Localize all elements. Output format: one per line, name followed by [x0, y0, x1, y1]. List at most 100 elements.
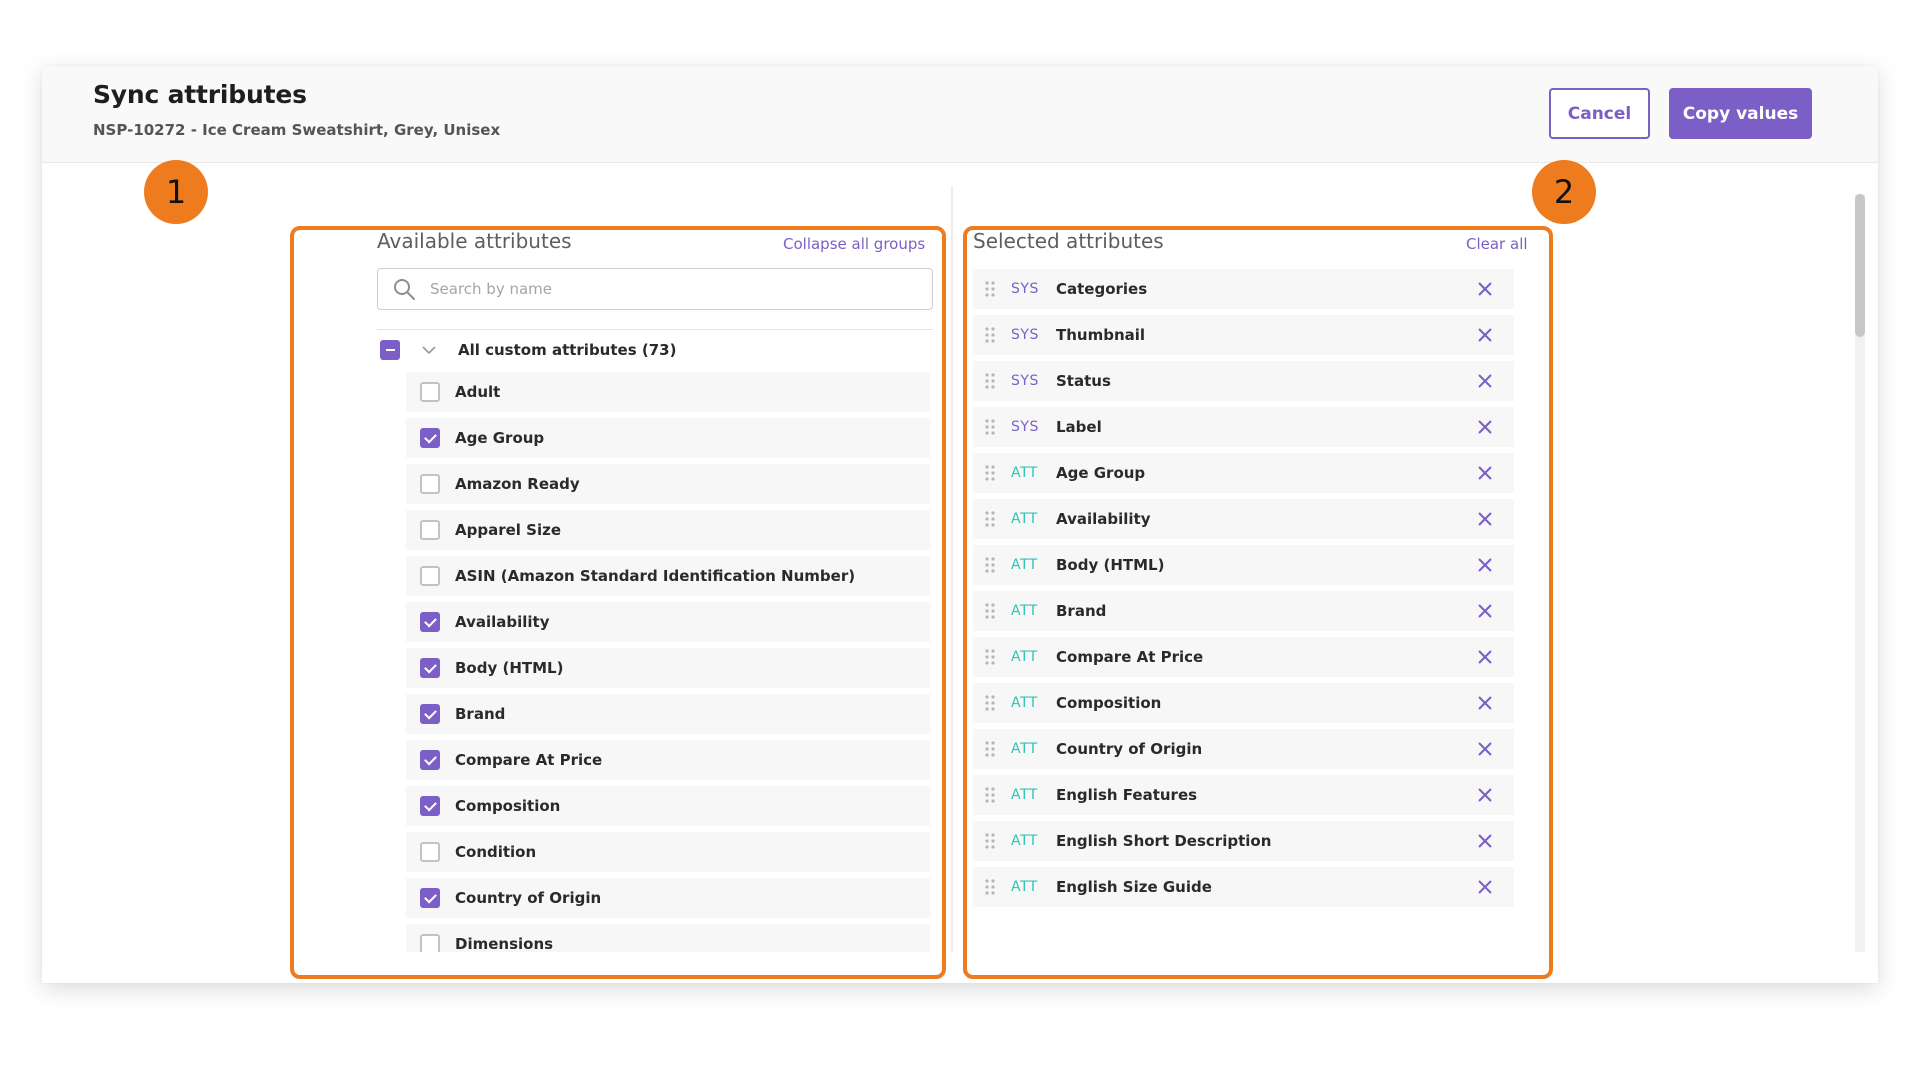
attribute-row[interactable]: Body (HTML): [406, 648, 930, 688]
attribute-row[interactable]: Composition: [406, 786, 930, 826]
selected-attribute-row[interactable]: SYS Categories: [973, 269, 1514, 309]
close-icon[interactable]: [1477, 787, 1493, 803]
selected-attribute-label: Label: [1056, 418, 1102, 436]
close-icon[interactable]: [1477, 741, 1493, 757]
attribute-group-header[interactable]: All custom attributes (73): [377, 329, 933, 369]
attribute-type-tag: ATT: [1011, 741, 1038, 757]
search-input[interactable]: [430, 269, 932, 309]
drag-handle-icon[interactable]: [984, 786, 996, 804]
drag-handle-icon[interactable]: [984, 694, 996, 712]
selected-attribute-label: Brand: [1056, 602, 1107, 620]
close-icon[interactable]: [1477, 465, 1493, 481]
attribute-type-tag: SYS: [1011, 419, 1039, 435]
selected-attribute-row[interactable]: SYS Label: [973, 407, 1514, 447]
attribute-row[interactable]: Dimensions: [406, 924, 930, 952]
group-select-checkbox[interactable]: [380, 339, 400, 360]
selected-attribute-row[interactable]: ATT English Features: [973, 775, 1514, 815]
close-icon[interactable]: [1477, 327, 1493, 343]
selected-attribute-row[interactable]: ATT Country of Origin: [973, 729, 1514, 769]
attribute-row[interactable]: Adult: [406, 372, 930, 412]
selected-attribute-row[interactable]: SYS Thumbnail: [973, 315, 1514, 355]
attribute-row[interactable]: Age Group: [406, 418, 930, 458]
callout-badge-1: 1: [144, 160, 208, 224]
close-icon[interactable]: [1477, 281, 1493, 297]
attribute-type-tag: SYS: [1011, 327, 1039, 343]
drag-handle-icon[interactable]: [984, 280, 996, 298]
available-attributes-title: Available attributes: [377, 229, 572, 253]
selected-attribute-label: Categories: [1056, 280, 1148, 298]
attribute-label: Adult: [455, 383, 501, 401]
selected-attribute-row[interactable]: ATT Age Group: [973, 453, 1514, 493]
close-icon[interactable]: [1477, 557, 1493, 573]
attribute-row[interactable]: Brand: [406, 694, 930, 734]
panel-divider: [951, 186, 953, 951]
selected-attribute-row[interactable]: ATT Compare At Price: [973, 637, 1514, 677]
attribute-label: Age Group: [455, 429, 545, 447]
attribute-row[interactable]: Country of Origin: [406, 878, 930, 918]
modal-title: Sync attributes: [93, 80, 307, 109]
drag-handle-icon[interactable]: [984, 326, 996, 344]
attribute-checkbox[interactable]: [420, 842, 440, 862]
selected-attribute-label: Status: [1056, 372, 1111, 390]
drag-handle-icon[interactable]: [984, 832, 996, 850]
attribute-checkbox[interactable]: [420, 934, 440, 952]
attribute-label: Condition: [455, 843, 537, 861]
scrollbar-thumb[interactable]: [1855, 194, 1865, 337]
attribute-row[interactable]: Compare At Price: [406, 740, 930, 780]
selected-attribute-label: English Short Description: [1056, 832, 1272, 850]
selected-attribute-row[interactable]: ATT Composition: [973, 683, 1514, 723]
attribute-checkbox[interactable]: [420, 428, 440, 448]
close-icon[interactable]: [1477, 603, 1493, 619]
drag-handle-icon[interactable]: [984, 418, 996, 436]
attribute-label: Compare At Price: [455, 751, 603, 769]
chevron-down-icon[interactable]: [420, 341, 438, 359]
clear-all-link[interactable]: Clear all: [1466, 235, 1528, 253]
attribute-type-tag: SYS: [1011, 373, 1039, 389]
attribute-checkbox[interactable]: [420, 382, 440, 402]
selected-attribute-row[interactable]: ATT Body (HTML): [973, 545, 1514, 585]
close-icon[interactable]: [1477, 419, 1493, 435]
drag-handle-icon[interactable]: [984, 510, 996, 528]
attribute-checkbox[interactable]: [420, 796, 440, 816]
close-icon[interactable]: [1477, 833, 1493, 849]
close-icon[interactable]: [1477, 695, 1493, 711]
close-icon[interactable]: [1477, 649, 1493, 665]
search-box[interactable]: [377, 268, 933, 310]
attribute-row[interactable]: Condition: [406, 832, 930, 872]
attribute-row[interactable]: ASIN (Amazon Standard Identification Num…: [406, 556, 930, 596]
cancel-button[interactable]: Cancel: [1549, 88, 1650, 139]
selected-attribute-row[interactable]: ATT English Short Description: [973, 821, 1514, 861]
copy-values-button[interactable]: Copy values: [1669, 88, 1812, 139]
drag-handle-icon[interactable]: [984, 740, 996, 758]
attribute-checkbox[interactable]: [420, 612, 440, 632]
drag-handle-icon[interactable]: [984, 602, 996, 620]
drag-handle-icon[interactable]: [984, 372, 996, 390]
drag-handle-icon[interactable]: [984, 556, 996, 574]
attribute-label: Body (HTML): [455, 659, 564, 677]
drag-handle-icon[interactable]: [984, 878, 996, 896]
selected-attribute-row[interactable]: ATT Availability: [973, 499, 1514, 539]
attribute-label: Brand: [455, 705, 506, 723]
attribute-row[interactable]: Apparel Size: [406, 510, 930, 550]
group-label: All custom attributes (73): [458, 340, 677, 359]
attribute-checkbox[interactable]: [420, 750, 440, 770]
selected-attribute-row[interactable]: SYS Status: [973, 361, 1514, 401]
attribute-checkbox[interactable]: [420, 658, 440, 678]
attribute-checkbox[interactable]: [420, 566, 440, 586]
attribute-row[interactable]: Availability: [406, 602, 930, 642]
close-icon[interactable]: [1477, 511, 1493, 527]
selected-attribute-row[interactable]: ATT English Size Guide: [973, 867, 1514, 907]
attribute-checkbox[interactable]: [420, 888, 440, 908]
attribute-checkbox[interactable]: [420, 704, 440, 724]
attribute-checkbox[interactable]: [420, 520, 440, 540]
attribute-label: Apparel Size: [455, 521, 561, 539]
attribute-type-tag: ATT: [1011, 695, 1038, 711]
drag-handle-icon[interactable]: [984, 648, 996, 666]
collapse-all-groups-link[interactable]: Collapse all groups: [783, 235, 925, 253]
attribute-row[interactable]: Amazon Ready: [406, 464, 930, 504]
attribute-checkbox[interactable]: [420, 474, 440, 494]
selected-attribute-row[interactable]: ATT Brand: [973, 591, 1514, 631]
drag-handle-icon[interactable]: [984, 464, 996, 482]
close-icon[interactable]: [1477, 373, 1493, 389]
close-icon[interactable]: [1477, 879, 1493, 895]
